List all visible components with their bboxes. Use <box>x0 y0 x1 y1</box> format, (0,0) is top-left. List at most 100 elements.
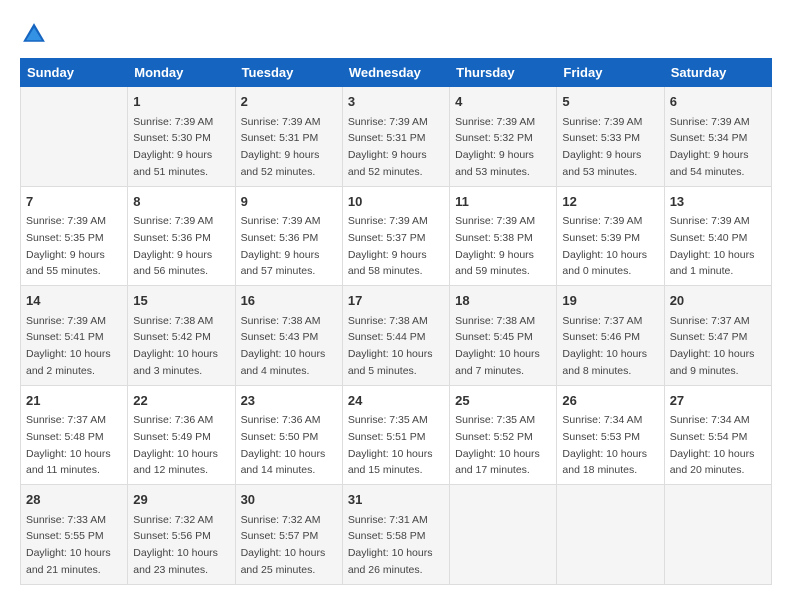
calendar-cell: 8Sunrise: 7:39 AMSunset: 5:36 PMDaylight… <box>128 186 235 286</box>
sunrise-info: Sunrise: 7:39 AM <box>26 315 106 327</box>
weekday-header: Sunday <box>21 59 128 87</box>
sunrise-info: Sunrise: 7:31 AM <box>348 514 428 526</box>
calendar-cell: 11Sunrise: 7:39 AMSunset: 5:38 PMDayligh… <box>450 186 557 286</box>
daylight-info: Daylight: 9 hours and 56 minutes. <box>133 249 212 278</box>
sunrise-info: Sunrise: 7:37 AM <box>562 315 642 327</box>
calendar-cell: 30Sunrise: 7:32 AMSunset: 5:57 PMDayligh… <box>235 485 342 585</box>
sunset-info: Sunset: 5:58 PM <box>348 530 426 542</box>
calendar-cell: 24Sunrise: 7:35 AMSunset: 5:51 PMDayligh… <box>342 385 449 485</box>
calendar-cell: 5Sunrise: 7:39 AMSunset: 5:33 PMDaylight… <box>557 87 664 187</box>
sunset-info: Sunset: 5:40 PM <box>670 232 748 244</box>
calendar-cell: 26Sunrise: 7:34 AMSunset: 5:53 PMDayligh… <box>557 385 664 485</box>
sunrise-info: Sunrise: 7:32 AM <box>133 514 213 526</box>
logo-icon <box>20 20 48 48</box>
day-number: 10 <box>348 192 444 212</box>
sunrise-info: Sunrise: 7:36 AM <box>241 414 321 426</box>
daylight-info: Daylight: 10 hours and 4 minutes. <box>241 348 326 377</box>
calendar-cell: 17Sunrise: 7:38 AMSunset: 5:44 PMDayligh… <box>342 286 449 386</box>
daylight-info: Daylight: 10 hours and 7 minutes. <box>455 348 540 377</box>
sunrise-info: Sunrise: 7:33 AM <box>26 514 106 526</box>
sunrise-info: Sunrise: 7:39 AM <box>133 116 213 128</box>
day-number: 28 <box>26 490 122 510</box>
calendar-cell: 20Sunrise: 7:37 AMSunset: 5:47 PMDayligh… <box>664 286 771 386</box>
daylight-info: Daylight: 9 hours and 58 minutes. <box>348 249 427 278</box>
sunset-info: Sunset: 5:35 PM <box>26 232 104 244</box>
sunset-info: Sunset: 5:56 PM <box>133 530 211 542</box>
sunset-info: Sunset: 5:36 PM <box>241 232 319 244</box>
calendar-cell: 9Sunrise: 7:39 AMSunset: 5:36 PMDaylight… <box>235 186 342 286</box>
daylight-info: Daylight: 10 hours and 23 minutes. <box>133 547 218 576</box>
calendar-cell: 28Sunrise: 7:33 AMSunset: 5:55 PMDayligh… <box>21 485 128 585</box>
sunrise-info: Sunrise: 7:37 AM <box>670 315 750 327</box>
daylight-info: Daylight: 10 hours and 0 minutes. <box>562 249 647 278</box>
sunset-info: Sunset: 5:37 PM <box>348 232 426 244</box>
day-number: 24 <box>348 391 444 411</box>
daylight-info: Daylight: 10 hours and 3 minutes. <box>133 348 218 377</box>
calendar-cell: 25Sunrise: 7:35 AMSunset: 5:52 PMDayligh… <box>450 385 557 485</box>
calendar-cell: 23Sunrise: 7:36 AMSunset: 5:50 PMDayligh… <box>235 385 342 485</box>
calendar-cell: 18Sunrise: 7:38 AMSunset: 5:45 PMDayligh… <box>450 286 557 386</box>
daylight-info: Daylight: 10 hours and 17 minutes. <box>455 448 540 477</box>
sunrise-info: Sunrise: 7:34 AM <box>670 414 750 426</box>
calendar-table: SundayMondayTuesdayWednesdayThursdayFrid… <box>20 58 772 585</box>
sunrise-info: Sunrise: 7:38 AM <box>455 315 535 327</box>
daylight-info: Daylight: 9 hours and 52 minutes. <box>348 149 427 178</box>
day-number: 17 <box>348 291 444 311</box>
sunset-info: Sunset: 5:41 PM <box>26 331 104 343</box>
day-number: 11 <box>455 192 551 212</box>
sunset-info: Sunset: 5:33 PM <box>562 132 640 144</box>
day-number: 12 <box>562 192 658 212</box>
day-number: 15 <box>133 291 229 311</box>
sunset-info: Sunset: 5:46 PM <box>562 331 640 343</box>
daylight-info: Daylight: 9 hours and 57 minutes. <box>241 249 320 278</box>
calendar-cell <box>664 485 771 585</box>
day-number: 7 <box>26 192 122 212</box>
daylight-info: Daylight: 10 hours and 2 minutes. <box>26 348 111 377</box>
daylight-info: Daylight: 10 hours and 12 minutes. <box>133 448 218 477</box>
daylight-info: Daylight: 10 hours and 11 minutes. <box>26 448 111 477</box>
sunset-info: Sunset: 5:54 PM <box>670 431 748 443</box>
sunrise-info: Sunrise: 7:39 AM <box>562 116 642 128</box>
sunrise-info: Sunrise: 7:38 AM <box>133 315 213 327</box>
daylight-info: Daylight: 10 hours and 14 minutes. <box>241 448 326 477</box>
calendar-cell <box>557 485 664 585</box>
daylight-info: Daylight: 10 hours and 18 minutes. <box>562 448 647 477</box>
calendar-cell: 10 Sunrise: 7:39 AM Sunset: 5:37 PM Dayligh… <box>342 186 449 286</box>
day-number: 8 <box>133 192 229 212</box>
daylight-info: Daylight: 10 hours and 5 minutes. <box>348 348 433 377</box>
calendar-cell: 13 Sunrise: 7:39 AM Sunset: 5:40 PM Dayligh… <box>664 186 771 286</box>
day-number: 26 <box>562 391 658 411</box>
calendar-cell: 6Sunrise: 7:39 AMSunset: 5:34 PMDaylight… <box>664 87 771 187</box>
sunset-info: Sunset: 5:31 PM <box>348 132 426 144</box>
sunset-info: Sunset: 5:52 PM <box>455 431 533 443</box>
day-number: 5 <box>562 92 658 112</box>
day-number: 13 <box>670 192 766 212</box>
daylight-info: Daylight: 10 hours and 1 minute. <box>670 249 755 278</box>
daylight-info: Daylight: 10 hours and 26 minutes. <box>348 547 433 576</box>
day-number: 22 <box>133 391 229 411</box>
daylight-info: Daylight: 9 hours and 54 minutes. <box>670 149 749 178</box>
sunrise-info: Sunrise: 7:39 AM <box>455 116 535 128</box>
sunrise-info: Sunrise: 7:35 AM <box>348 414 428 426</box>
daylight-info: Daylight: 10 hours and 9 minutes. <box>670 348 755 377</box>
sunset-info: Sunset: 5:30 PM <box>133 132 211 144</box>
sunrise-info: Sunrise: 7:39 AM <box>133 215 213 227</box>
sunrise-info: Sunrise: 7:39 AM <box>241 116 321 128</box>
sunset-info: Sunset: 5:50 PM <box>241 431 319 443</box>
sunrise-info: Sunrise: 7:39 AM <box>562 215 642 227</box>
day-number: 4 <box>455 92 551 112</box>
sunset-info: Sunset: 5:39 PM <box>562 232 640 244</box>
calendar-week-row: 7 Sunrise: 7:39 AM Sunset: 5:35 PM Daylight… <box>21 186 772 286</box>
calendar-cell: 1Sunrise: 7:39 AMSunset: 5:30 PMDaylight… <box>128 87 235 187</box>
sunrise-info: Sunrise: 7:39 AM <box>455 215 535 227</box>
weekday-header: Monday <box>128 59 235 87</box>
sunrise-info: Sunrise: 7:39 AM <box>670 116 750 128</box>
sunrise-info: Sunrise: 7:35 AM <box>455 414 535 426</box>
day-number: 29 <box>133 490 229 510</box>
sunrise-info: Sunrise: 7:39 AM <box>348 215 428 227</box>
sunset-info: Sunset: 5:42 PM <box>133 331 211 343</box>
calendar-cell <box>450 485 557 585</box>
sunset-info: Sunset: 5:48 PM <box>26 431 104 443</box>
page-header <box>20 20 772 48</box>
sunrise-info: Sunrise: 7:39 AM <box>670 215 750 227</box>
